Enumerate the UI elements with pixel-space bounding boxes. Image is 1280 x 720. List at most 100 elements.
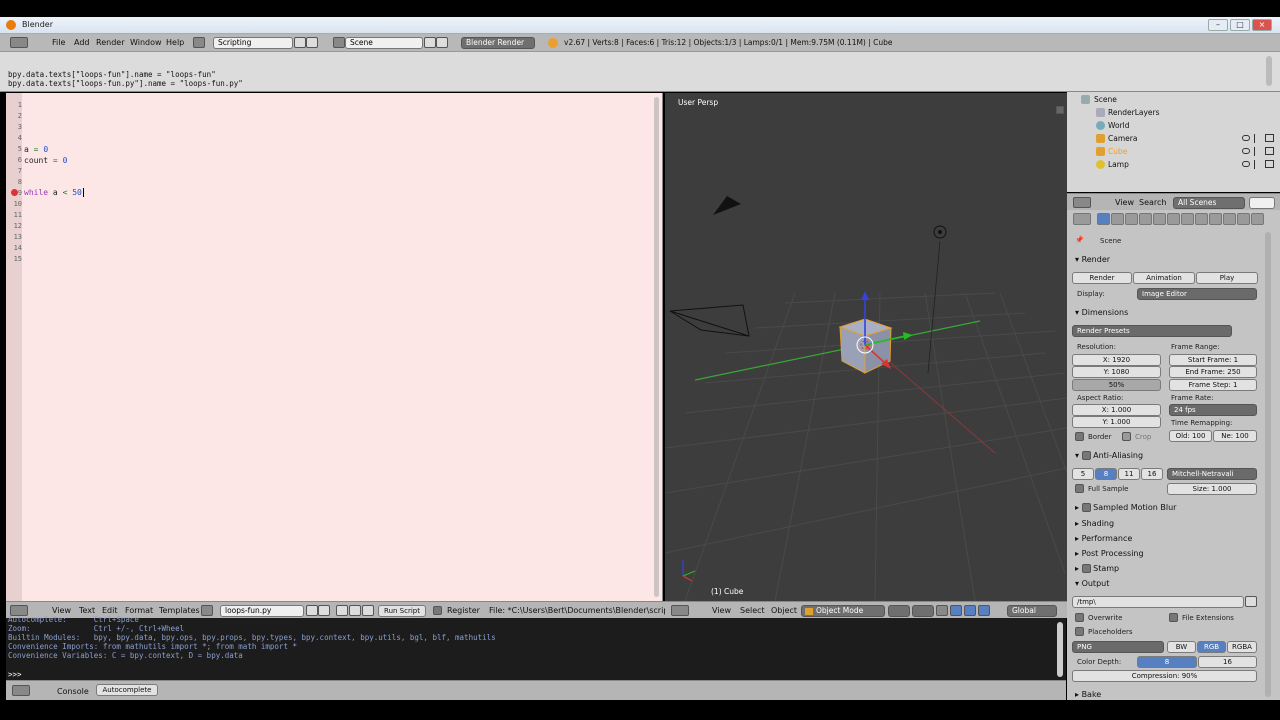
text-datablock-icon[interactable] <box>201 605 213 616</box>
aa-samples-16[interactable]: 16 <box>1141 468 1163 480</box>
render-tab-icon[interactable] <box>1097 213 1110 225</box>
render-camera-icon[interactable] <box>1265 160 1274 168</box>
pivot-select[interactable] <box>912 605 934 617</box>
editor-type-icon[interactable] <box>1073 213 1091 225</box>
menu-select[interactable]: Select <box>740 606 765 615</box>
data-tab-icon[interactable] <box>1195 213 1208 225</box>
unlink-text-icon[interactable] <box>318 605 330 616</box>
output-path-field[interactable]: /tmp\ <box>1072 596 1244 608</box>
menu-search[interactable]: Search <box>1139 198 1166 207</box>
file-format-select[interactable]: PNG <box>1072 641 1164 653</box>
motion-blur-checkbox[interactable] <box>1081 503 1091 512</box>
animation-button[interactable]: Animation <box>1133 272 1195 284</box>
stamp-checkbox[interactable] <box>1081 564 1091 573</box>
search-input[interactable] <box>1249 197 1275 209</box>
console-prompt[interactable]: >>> <box>8 670 26 679</box>
end-frame-field[interactable]: End Frame: 250 <box>1169 366 1257 378</box>
menu-view[interactable]: View <box>712 606 731 615</box>
aa-filter-select[interactable]: Mitchell-Netravali <box>1167 468 1257 480</box>
display-select[interactable]: Image Editor <box>1137 288 1257 300</box>
add-layout-icon[interactable] <box>294 37 306 48</box>
render-camera-icon[interactable] <box>1265 134 1274 142</box>
menu-view[interactable]: View <box>52 606 71 615</box>
object-tab-icon[interactable] <box>1153 213 1166 225</box>
select-arrow-icon[interactable] <box>1254 147 1260 156</box>
rotate-icon[interactable] <box>964 605 976 616</box>
frame-step-field[interactable]: Frame Step: 1 <box>1169 379 1257 391</box>
border-checkbox[interactable] <box>1075 432 1084 441</box>
post-processing-panel-header[interactable]: ▸ Post Processing <box>1075 549 1144 558</box>
select-arrow-icon[interactable] <box>1254 160 1260 169</box>
syntax-highlight-toggle-icon[interactable] <box>362 605 374 616</box>
modifiers-tab-icon[interactable] <box>1181 213 1194 225</box>
render-button[interactable]: Render <box>1072 272 1132 284</box>
editor-type-icon[interactable] <box>1073 197 1091 208</box>
scene-field[interactable]: Scene <box>345 37 423 49</box>
anti-aliasing-panel-header[interactable]: ▾ Anti-Aliasing <box>1075 451 1143 460</box>
menu-add[interactable]: Add <box>74 38 90 47</box>
register-checkbox[interactable] <box>433 606 442 615</box>
menu-templates[interactable]: Templates <box>159 606 200 615</box>
menu-format[interactable]: Format <box>125 606 153 615</box>
autocomplete-button[interactable]: Autocomplete <box>96 684 158 696</box>
menu-render[interactable]: Render <box>96 38 124 47</box>
log-scrollbar[interactable] <box>1266 56 1272 86</box>
text-scrollbar[interactable] <box>654 97 659 597</box>
performance-panel-header[interactable]: ▸ Performance <box>1075 534 1132 543</box>
new-text-icon[interactable] <box>306 605 318 616</box>
motion-blur-panel-header[interactable]: ▸ Sampled Motion Blur <box>1075 503 1176 512</box>
resolution-percentage-slider[interactable]: 50% <box>1072 379 1161 391</box>
menu-help[interactable]: Help <box>166 38 184 47</box>
render-engine-select[interactable]: Blender Render <box>461 37 535 49</box>
text-editor[interactable]: 1 2 3 4 5 6 7 8 9 10 11 12 13 14 15 a = … <box>6 93 663 601</box>
orientation-select[interactable]: Global <box>1007 605 1057 617</box>
camera-object[interactable] <box>669 196 750 337</box>
maximize-button[interactable]: □ <box>1230 19 1250 31</box>
menu-console[interactable]: Console <box>57 687 89 696</box>
resolution-y-field[interactable]: Y: 1080 <box>1072 366 1161 378</box>
physics-tab-icon[interactable] <box>1251 213 1264 225</box>
run-script-button[interactable]: Run Script <box>378 605 426 617</box>
dimensions-panel-header[interactable]: ▾ Dimensions <box>1075 308 1128 317</box>
menu-edit[interactable]: Edit <box>102 606 118 615</box>
color-depth-16-button[interactable]: 16 <box>1198 656 1257 668</box>
scene-tab-icon[interactable] <box>1125 213 1138 225</box>
texture-tab-icon[interactable] <box>1223 213 1236 225</box>
time-old-field[interactable]: Old: 100 <box>1169 430 1212 442</box>
layout-field[interactable]: Scripting <box>213 37 293 49</box>
start-frame-field[interactable]: Start Frame: 1 <box>1169 354 1257 366</box>
render-layers-tab-icon[interactable] <box>1111 213 1124 225</box>
bake-panel-header[interactable]: ▸ Bake <box>1075 690 1101 699</box>
shading-select[interactable] <box>888 605 910 617</box>
outliner-item-renderlayers[interactable]: RenderLayers <box>1067 106 1280 119</box>
aspect-y-field[interactable]: Y: 1.000 <box>1072 416 1161 428</box>
render-camera-icon[interactable] <box>1265 147 1274 155</box>
render-presets-select[interactable]: Render Presets <box>1072 325 1232 337</box>
menu-text[interactable]: Text <box>79 606 95 615</box>
select-arrow-icon[interactable] <box>1254 134 1260 143</box>
lamp-object[interactable] <box>927 225 947 374</box>
python-console[interactable]: Autocomplete: Ctrl+Space Zoom: Ctrl +/-,… <box>6 615 1066 680</box>
color-rgb-button[interactable]: RGB <box>1197 641 1226 653</box>
3d-viewport[interactable]: User Persp (1) Cube <box>665 93 1067 601</box>
menu-window[interactable]: Window <box>130 38 162 47</box>
overwrite-checkbox[interactable] <box>1075 613 1084 622</box>
aa-size-field[interactable]: Size: 1.000 <box>1167 483 1257 495</box>
line-numbers-toggle-icon[interactable] <box>336 605 348 616</box>
pin-icon[interactable]: 📌 <box>1075 236 1084 244</box>
output-panel-header[interactable]: ▾ Output <box>1075 579 1109 588</box>
properties-scrollbar[interactable] <box>1265 232 1271 697</box>
scale-icon[interactable] <box>978 605 990 616</box>
aa-samples-11[interactable]: 11 <box>1118 468 1140 480</box>
properties-editor[interactable]: 📌 Scene ▾ Render Render Animation Play D… <box>1067 210 1280 700</box>
manipulator-toggle-icon[interactable] <box>936 605 948 616</box>
outliner-item-camera[interactable]: Camera <box>1067 132 1280 145</box>
render-panel-header[interactable]: ▾ Render <box>1075 255 1110 264</box>
full-sample-checkbox[interactable] <box>1075 484 1084 493</box>
visibility-eye-icon[interactable] <box>1242 148 1250 154</box>
resolution-x-field[interactable]: X: 1920 <box>1072 354 1161 366</box>
color-rgba-button[interactable]: RGBA <box>1227 641 1257 653</box>
anti-aliasing-checkbox[interactable] <box>1081 451 1091 460</box>
aspect-x-field[interactable]: X: 1.000 <box>1072 404 1161 416</box>
frame-rate-select[interactable]: 24 fps <box>1169 404 1257 416</box>
